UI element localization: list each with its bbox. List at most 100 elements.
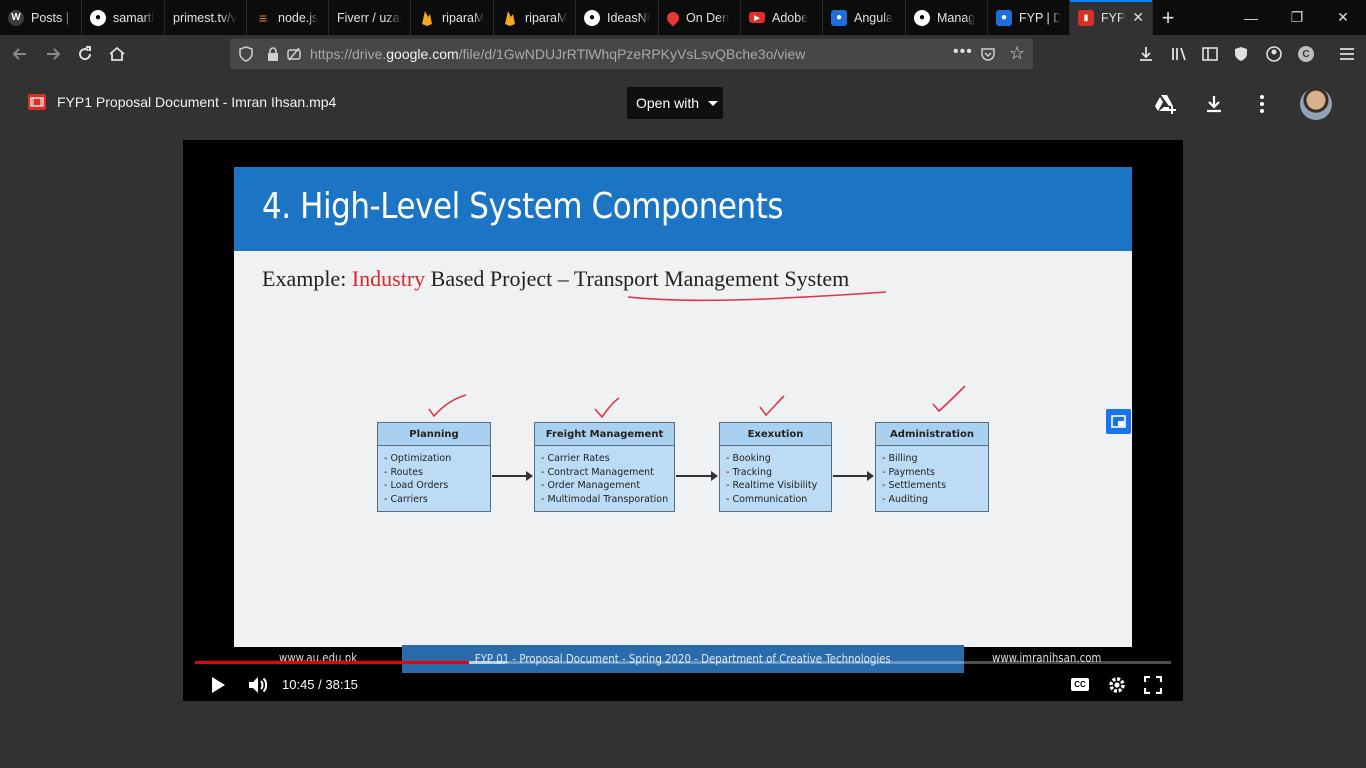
- extension-shield-button[interactable]: [1226, 39, 1256, 69]
- component-item: - Realtime Visibility: [726, 480, 818, 491]
- caret-down-icon: [708, 100, 719, 106]
- address-bar[interactable]: https://drive.google.com/file/d/1GwNDUJr…: [230, 39, 1033, 69]
- avatar[interactable]: [1300, 88, 1332, 120]
- component-item: - Routes: [384, 466, 423, 478]
- firebase-icon: [419, 10, 435, 26]
- component-item: - Payments: [882, 466, 935, 478]
- fullscreen-icon: [1144, 676, 1162, 694]
- download-icon: [1140, 47, 1152, 61]
- more-actions-button[interactable]: [1254, 93, 1270, 115]
- subtitle-tail: Transport Management System: [573, 266, 850, 291]
- location-pin-icon: [664, 9, 682, 26]
- tab-youtube-adobe[interactable]: ▶ Adobe: [741, 0, 823, 35]
- reader-view-button[interactable]: [1195, 39, 1225, 69]
- url-text[interactable]: https://drive.google.com/file/d/1GwNDUJr…: [310, 46, 805, 62]
- url-host: google.com: [386, 46, 459, 62]
- component-item: - Carriers: [384, 493, 428, 505]
- close-window-button[interactable]: ✕: [1320, 0, 1366, 35]
- pocket-icon[interactable]: [980, 46, 996, 67]
- forward-button[interactable]: [38, 39, 68, 69]
- tab-on-den[interactable]: On Den: [659, 0, 741, 35]
- tab-fiverr[interactable]: Fiverr / uzai: [329, 0, 411, 35]
- player-controls: 10:45 / 38:15 CC: [183, 668, 1183, 701]
- tab-close-icon[interactable]: ✕: [1132, 9, 1144, 26]
- tab-stackoverflow[interactable]: ≡ node.js: [247, 0, 329, 35]
- tab-title: Fiverr / uzai: [337, 10, 402, 25]
- tab-primest[interactable]: primest.tv/v: [165, 0, 247, 35]
- captions-icon: CC: [1074, 680, 1086, 689]
- settings-button[interactable]: [1104, 672, 1130, 698]
- tab-fyp-video-active[interactable]: ▮ FYP ✕: [1070, 0, 1153, 35]
- tab-github-manag[interactable]: ● Manag: [906, 0, 988, 35]
- shield-icon[interactable]: [238, 46, 254, 67]
- component-title: Administration: [876, 423, 988, 446]
- tab-title: Manag: [937, 10, 976, 25]
- classroom-icon: ●: [831, 9, 847, 26]
- slide-title: 4. High-Level System Components: [262, 186, 784, 227]
- new-tab-button[interactable]: +: [1153, 0, 1183, 35]
- tab-firebase-1[interactable]: riparaM: [411, 0, 494, 35]
- component-execution: Exexution - Booking - Tracking - Realtim…: [719, 422, 832, 512]
- minimize-button[interactable]: —: [1228, 0, 1274, 35]
- volume-icon: [249, 677, 268, 693]
- tab-github-ideas[interactable]: ● IdeasNF: [576, 0, 659, 35]
- home-button[interactable]: [102, 39, 132, 69]
- tab-title: FYP: [1101, 10, 1126, 25]
- play-icon: [212, 677, 225, 693]
- url-prefix: https://drive.: [310, 46, 387, 62]
- reload-button[interactable]: [70, 39, 100, 69]
- component-administration: Administration - Billing - Payments - Se…: [875, 422, 989, 512]
- flow-arrow: [492, 471, 533, 481]
- library-button[interactable]: [1164, 39, 1194, 69]
- bookmark-star-icon[interactable]: ☆: [1009, 43, 1025, 64]
- fullscreen-button[interactable]: [1140, 672, 1166, 698]
- video-player[interactable]: 4. High-Level System Components Example:…: [183, 140, 1183, 701]
- annotation-underline: [627, 291, 887, 302]
- github-icon: ●: [90, 9, 106, 26]
- component-item: - Billing: [882, 453, 918, 464]
- firebase-icon: [502, 10, 518, 26]
- flow-arrow: [833, 471, 874, 481]
- back-button[interactable]: [5, 39, 35, 69]
- component-planning: Planning - Optimization - Routes - Load …: [377, 422, 491, 512]
- check-mark-annotation: [428, 394, 467, 418]
- account-icon: [1266, 46, 1282, 62]
- check-mark-annotation: [594, 397, 620, 419]
- time-display: 10:45 / 38:15: [282, 677, 358, 692]
- account-button[interactable]: [1259, 39, 1289, 69]
- captions-button[interactable]: CC: [1071, 678, 1089, 691]
- tab-title: primest.tv/v: [173, 10, 237, 25]
- home-icon: [109, 46, 125, 61]
- popout-button[interactable]: [1106, 409, 1131, 434]
- close-icon: ✕: [1337, 9, 1349, 25]
- tab-fyp-classroom[interactable]: ● FYP | D: [988, 0, 1070, 35]
- extension-c-button[interactable]: C: [1291, 39, 1321, 69]
- lock-icon[interactable]: [266, 46, 280, 67]
- minimize-icon: —: [1244, 9, 1258, 26]
- restore-button[interactable]: ❐: [1274, 0, 1320, 35]
- progress-bar[interactable]: [195, 661, 1171, 664]
- component-item: - Contract Management: [541, 466, 654, 478]
- component-item: - Booking: [726, 453, 771, 464]
- download-button[interactable]: [1203, 93, 1225, 115]
- tab-title: samartl: [113, 10, 154, 25]
- tab-angular[interactable]: ● Angula: [823, 0, 906, 35]
- permissions-icon[interactable]: [286, 46, 302, 67]
- c-extension-icon: C: [1298, 46, 1314, 62]
- menu-button[interactable]: [1332, 39, 1362, 69]
- tab-firebase-2[interactable]: riparaM: [494, 0, 576, 35]
- add-to-drive-icon: [1155, 95, 1176, 114]
- drive-viewer-header: FYP1 Proposal Document - Imran Ihsan.mp4…: [0, 73, 1366, 133]
- video-file-icon: ▮: [1078, 9, 1094, 26]
- open-with-button[interactable]: Open with: [627, 87, 723, 119]
- downloads-button[interactable]: [1131, 39, 1161, 69]
- page-actions-icon[interactable]: •••: [953, 43, 973, 61]
- navigation-toolbar: https://drive.google.com/file/d/1GwNDUJr…: [0, 35, 1366, 73]
- tab-github-samartl[interactable]: ● samartl: [82, 0, 165, 35]
- add-to-drive-button[interactable]: [1153, 92, 1177, 116]
- more-vertical-icon: [1260, 95, 1264, 113]
- tab-posts[interactable]: W Posts | I: [0, 0, 82, 35]
- tab-title: FYP | D: [1019, 10, 1061, 25]
- volume-button[interactable]: [245, 672, 271, 698]
- play-button[interactable]: [205, 672, 231, 698]
